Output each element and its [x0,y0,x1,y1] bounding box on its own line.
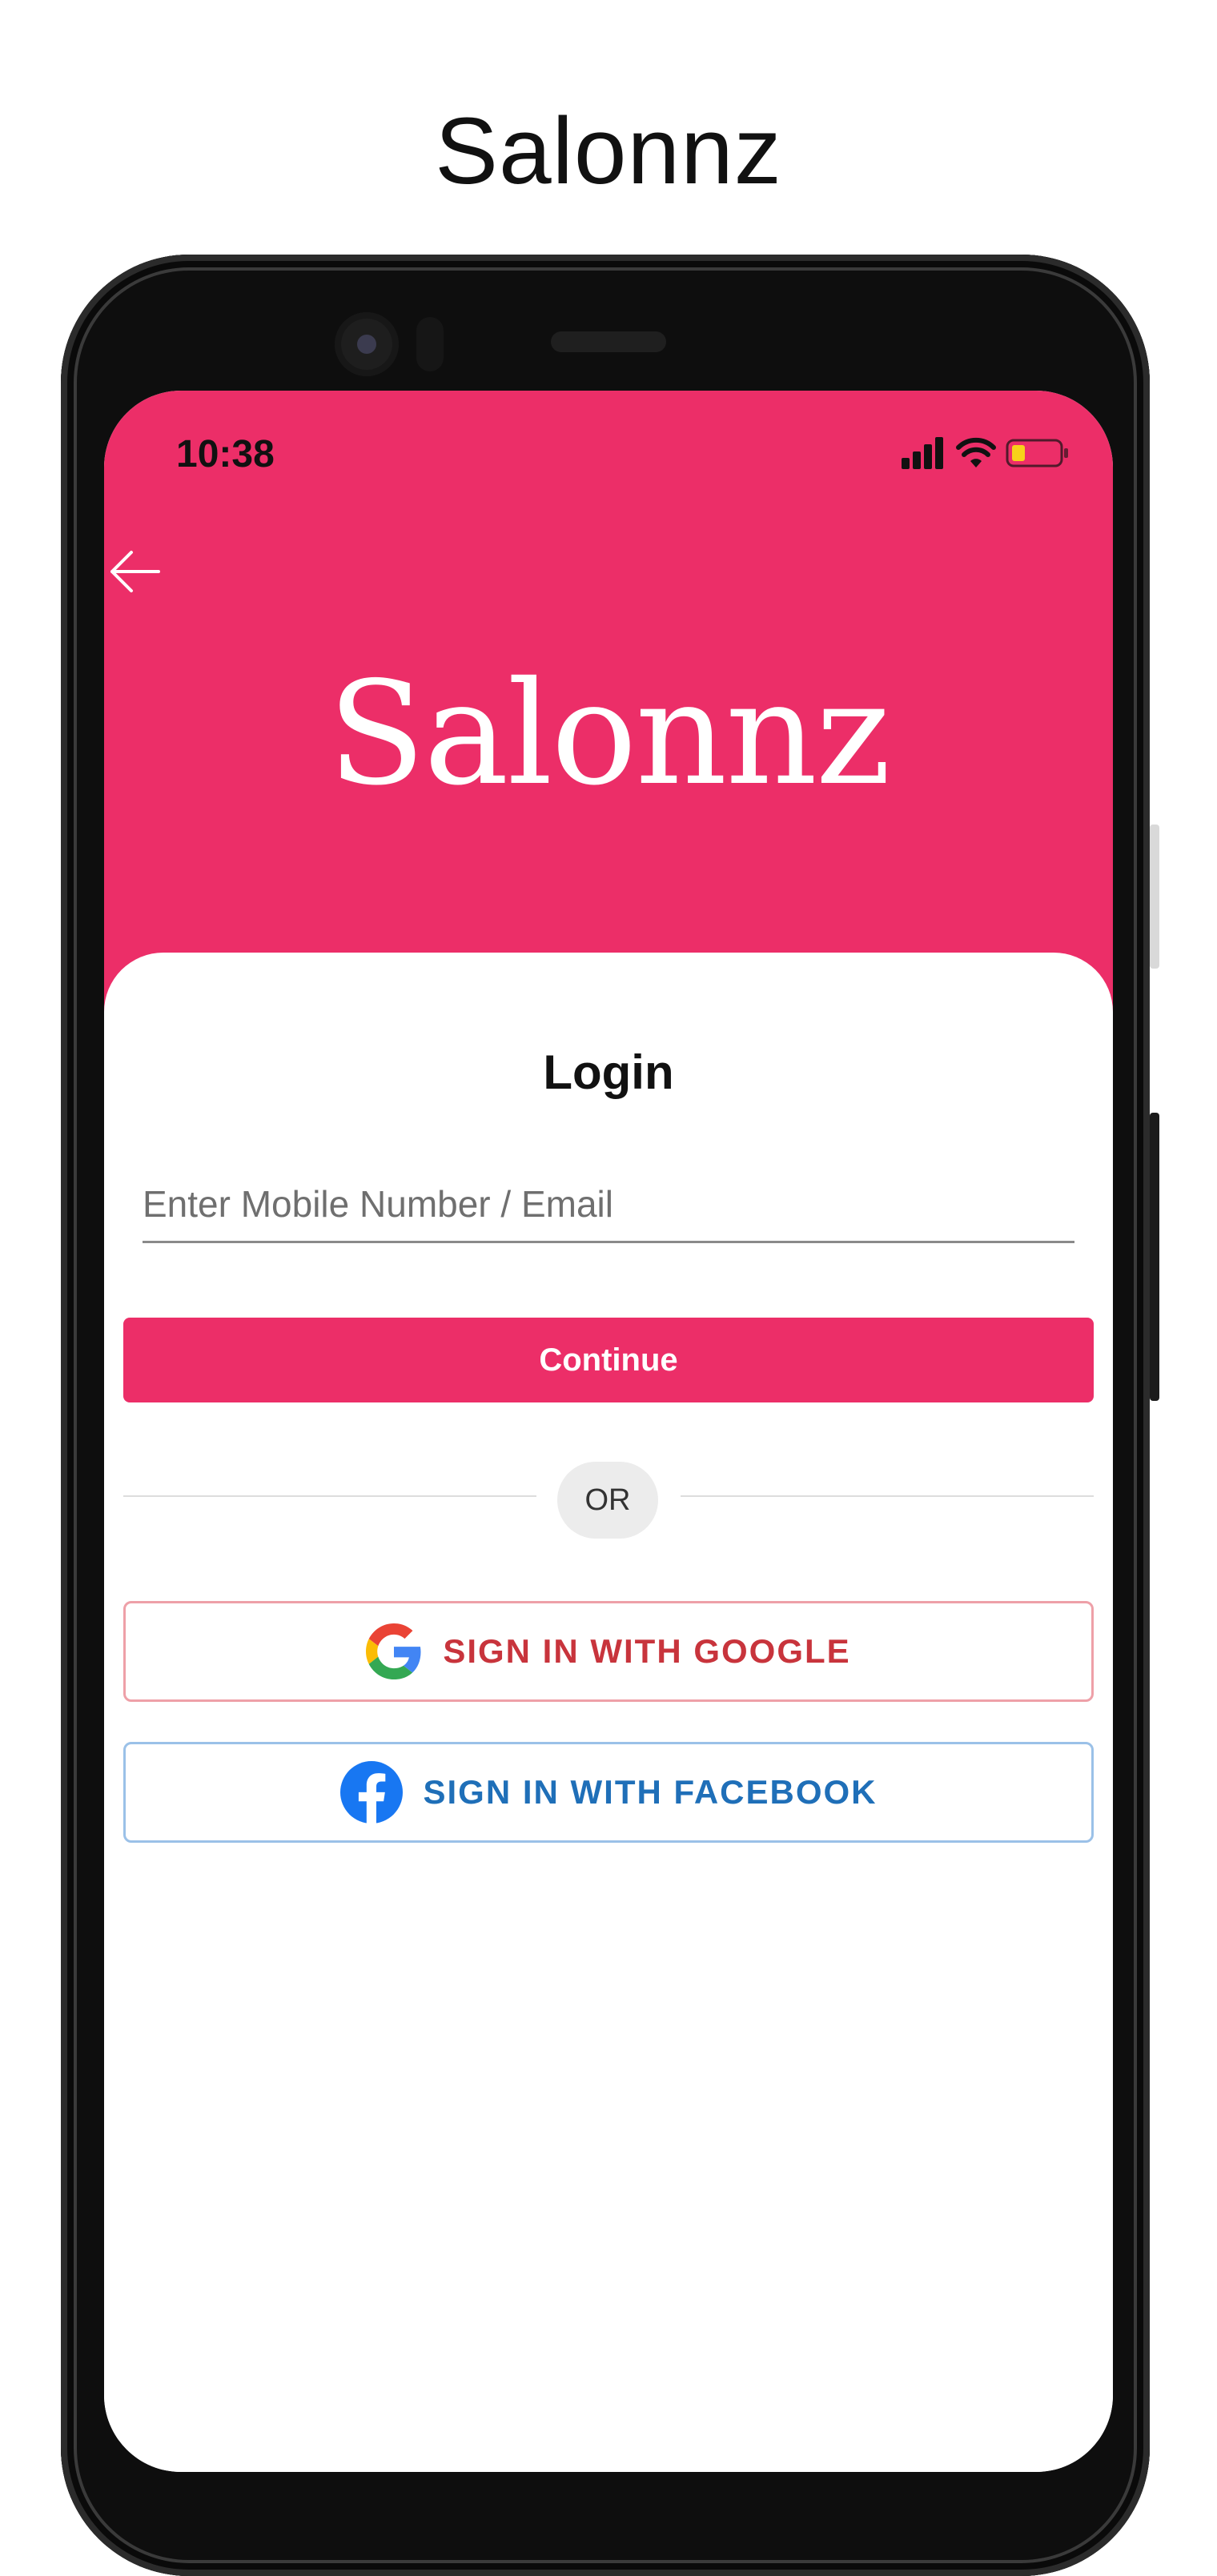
battery-icon [1006,439,1068,467]
back-button[interactable] [104,540,168,604]
divider-right [681,1495,1094,1497]
brand-logo: Salonnz [327,651,890,817]
google-signin-label: SIGN IN WITH GOOGLE [443,1632,851,1670]
google-icon [366,1623,421,1679]
facebook-signin-button[interactable]: SIGN IN WITH FACEBOOK [123,1742,1094,1843]
phone-screen: 10:38 Salonnz Login Enter Mobile Number … [104,391,1113,2472]
facebook-icon [339,1761,403,1824]
wifi-icon [956,437,996,467]
arrow-left-icon [110,551,160,592]
volume-button [1150,825,1159,969]
signal-icon [902,437,943,469]
proximity-sensor [416,317,444,371]
status-icons [902,432,1070,474]
login-card: Login Continue OR SIGN IN WITH GOOGLE SI… [104,953,1113,2472]
page-title: Salonnz [435,98,782,204]
or-separator: OR [557,1462,658,1539]
continue-button[interactable]: Continue [123,1318,1094,1402]
facebook-signin-label: SIGN IN WITH FACEBOOK [423,1773,878,1811]
front-camera [335,312,399,376]
mobile-email-input[interactable] [143,1167,1074,1243]
login-title: Login [543,1045,674,1099]
status-time: 10:38 [176,433,275,475]
earpiece-speaker [551,331,666,352]
google-signin-button[interactable]: SIGN IN WITH GOOGLE [123,1601,1094,1702]
power-button [1150,1113,1159,1401]
divider-left [123,1495,536,1497]
